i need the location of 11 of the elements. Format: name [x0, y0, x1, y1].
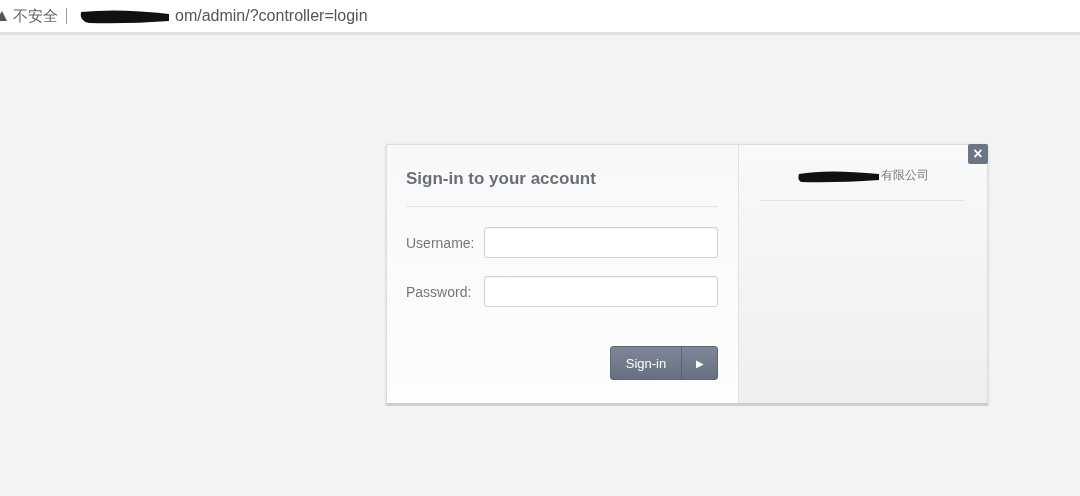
- warning-icon: [0, 10, 7, 22]
- close-button[interactable]: ×: [968, 144, 988, 164]
- url-text[interactable]: om/admin/?controller=login: [175, 7, 368, 25]
- field-label: Password:: [406, 283, 472, 300]
- field-label: Username:: [406, 234, 475, 251]
- sign-in-button[interactable]: Sign-in ▶: [610, 346, 718, 380]
- input-field[interactable]: [484, 227, 718, 258]
- security-label[interactable]: 不安全: [13, 6, 58, 26]
- company-name: 有限公司: [881, 167, 929, 184]
- login-title: Sign-in to your account: [406, 169, 718, 207]
- input-field[interactable]: [484, 276, 718, 307]
